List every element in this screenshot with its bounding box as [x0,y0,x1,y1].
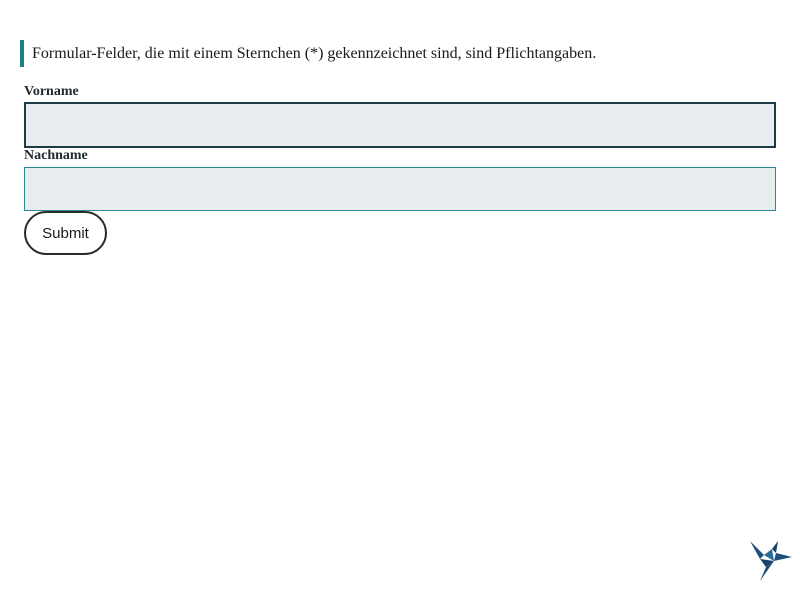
required-fields-notice-text: Formular-Felder, die mit einem Sternchen… [32,44,597,62]
vorname-input[interactable] [24,102,776,148]
vorname-label: Vorname [24,84,79,99]
required-fields-notice: Formular-Felder, die mit einem Sternchen… [20,40,596,67]
submit-button[interactable]: Submit [24,211,107,255]
nachname-label: Nachname [24,148,88,163]
hummingbird-logo-icon [750,541,792,581]
nachname-input[interactable] [24,167,776,211]
